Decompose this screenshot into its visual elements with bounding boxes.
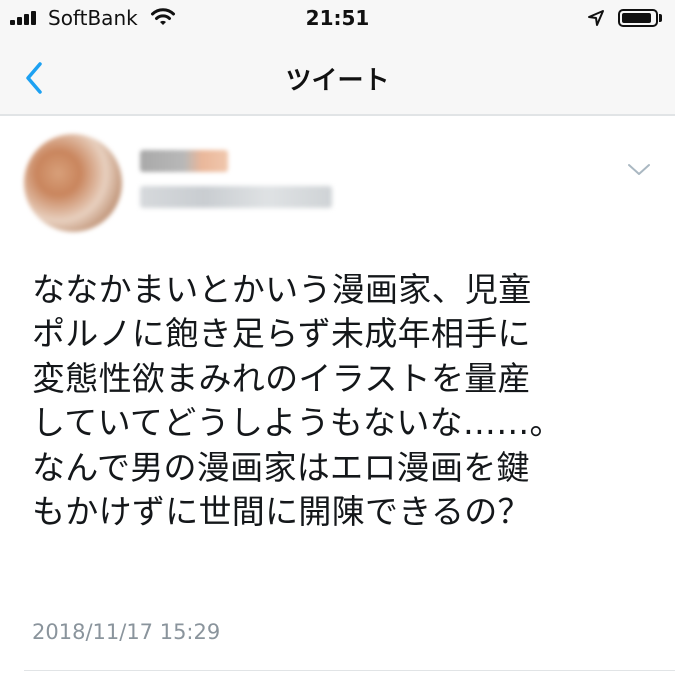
- author-handle-blurred[interactable]: [140, 186, 332, 208]
- nav-bar: ツイート: [0, 38, 675, 116]
- tweet-text-line: ポルノに飽き足らず未成年相手に: [32, 314, 531, 354]
- battery-icon: [618, 9, 658, 27]
- location-arrow-icon: [588, 10, 604, 26]
- status-time: 21:51: [305, 6, 370, 30]
- battery-tip: [659, 14, 662, 22]
- chevron-down-icon[interactable]: [624, 160, 654, 180]
- tweet-text-line: もかけずに世間に開陳できるの？: [32, 491, 531, 531]
- tweet-text-line: なんで男の漫画家はエロ漫画を鍵: [32, 447, 530, 487]
- tweet-text-line: ななかまいとかいう漫画家、児童: [32, 270, 532, 309]
- divider: [24, 670, 675, 671]
- avatar[interactable]: [24, 134, 122, 232]
- author-name-blurred[interactable]: [140, 150, 228, 172]
- status-bar: SoftBank 21:51: [0, 0, 675, 38]
- tweet-text-line: していてどうしようもないな……。: [32, 403, 563, 443]
- tweet-text-line: 変態性欲まみれのイラストを量産: [32, 358, 531, 398]
- tweet-text: ななかまいとかいう漫画家、児童 ポルノに飽き足らず未成年相手に 変態性欲まみれの…: [32, 268, 644, 534]
- tweet-timestamp: 2018/11/17 15:29: [32, 620, 221, 644]
- page-title: ツイート: [285, 66, 390, 96]
